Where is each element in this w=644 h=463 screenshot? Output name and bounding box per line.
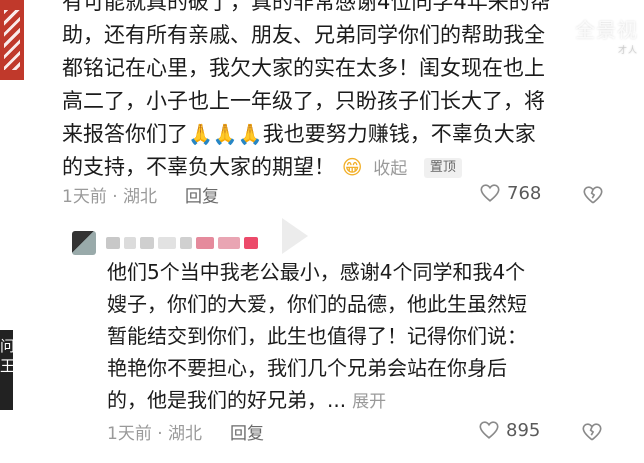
comment-line-part: 我也要努力赚钱，不辜负大家 [262,122,536,146]
comment-line: 暂能结交到你们，此生也值得了！记得你们说： [107,324,527,348]
like-count: 768 [507,182,542,204]
comment-line: 他们5个当中我老公最小，感谢4个同学和我4个 [107,260,526,284]
channel-logo [0,0,24,80]
video-edge-text: 问王 [0,337,16,375]
grin-emoji: 😁 [341,155,363,179]
pray-emoji: 🙏🙏🙏 [188,122,263,146]
pinned-comment-text: 有可能就真的破了，真的非常感谢4位同学4年来的帮 助，还有所有亲戚、朋友、兄弟同… [62,0,624,186]
pinned-badge: 置顶 [423,158,462,178]
broken-heart-icon[interactable] [582,184,604,206]
comment-line: 来报答你们了🙏🙏🙏我也要努力赚钱，不辜负大家 [62,118,624,151]
avatar[interactable] [72,231,96,255]
comment-line: 嫂子，你们的大爱，你们的品德，他此生虽然短 [107,292,527,316]
reply-button[interactable]: 回复 [185,182,219,207]
comment-time-location: 1天前 · 湖北 [62,186,158,207]
comment-line: 高二了，小子也上一年级了，只盼孩子们长大了，将 [62,89,545,113]
heart-icon [480,184,500,202]
reply-button[interactable]: 回复 [230,419,264,444]
comment-line: 有可能就真的破了，真的非常感谢4位同学4年来的帮 [62,0,551,14]
broken-heart-icon[interactable] [581,421,603,443]
collapse-button[interactable]: 收起 [373,159,407,179]
blurred-username [106,237,258,249]
like-button[interactable]: 895 [478,419,540,441]
video-edge: 问王 [0,330,16,410]
comment-line: 都铭记在心里，我欠大家的实在太多！闺女现在也上 [62,56,545,80]
reply-meta-row: 1天前 · 湖北 回复 [107,418,264,444]
like-button[interactable]: 768 [479,182,541,204]
comment-line: 艳艳你不要担心，我们几个兄弟会站在你身后 [107,356,507,380]
pinned-meta-row: 1天前 · 湖北 回复 [62,181,219,207]
like-count: 895 [506,419,541,441]
comment-time-location: 1天前 · 湖北 [107,423,203,444]
comment-line-part: 来报答你们了 [62,122,188,146]
play-icon [282,218,308,254]
expand-button[interactable]: 展开 [352,392,386,412]
heart-icon [479,421,499,439]
comment-line-part: 的支持，不辜负大家的期望！ [62,155,335,179]
comment-line: 助，还有所有亲戚、朋友、兄弟同学你们的帮助我全 [62,23,545,47]
reply-comment-text: 他们5个当中我老公最小，感谢4个同学和我4个 嫂子，你们的大爱，你们的品德，他此… [107,256,620,418]
comment-line: 的，他是我们的好兄弟，... 展开 [107,384,620,418]
comment-line-part: 的，他是我们的好兄弟，... [107,388,347,412]
